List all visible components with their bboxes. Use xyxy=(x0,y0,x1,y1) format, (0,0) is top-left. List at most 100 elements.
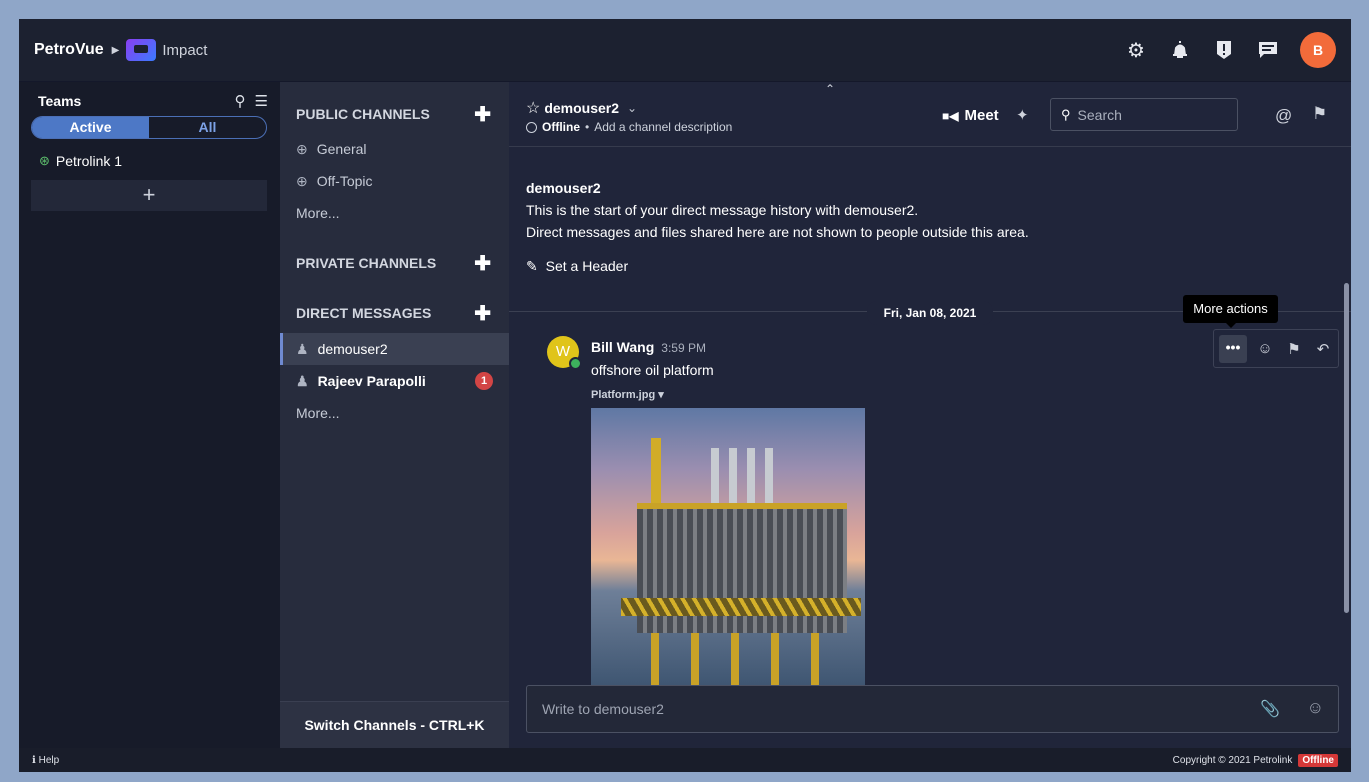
impact-logo xyxy=(126,39,157,61)
status-text: Offline xyxy=(542,120,580,134)
private-channels-header: PRIVATE CHANNELS ✚ xyxy=(280,251,509,275)
star-icon[interactable]: ☆ xyxy=(526,98,540,118)
dm-item-demouser2[interactable]: ♟ demouser2 xyxy=(280,333,509,365)
direct-messages-header: DIRECT MESSAGES ✚ xyxy=(280,301,509,325)
copyright-text: Copyright © 2021 Petrolink xyxy=(1172,754,1293,766)
search-icon: ⚲ xyxy=(1061,106,1071,122)
caret-down-icon: ▾ xyxy=(658,389,664,401)
public-more-link[interactable]: More... xyxy=(280,197,509,229)
channel-label: Off-Topic xyxy=(316,173,373,189)
dm-more-link[interactable]: More... xyxy=(280,397,509,429)
teams-header: Teams ⚲ ☰ xyxy=(19,82,280,110)
team-item-petrolink-1[interactable]: ⊛ Petrolink 1 xyxy=(19,139,280,170)
channel-item-off-topic[interactable]: ⊕ Off-Topic xyxy=(280,165,509,197)
message-author[interactable]: Bill Wang xyxy=(591,339,654,355)
message-time[interactable]: 3:59 PM xyxy=(661,341,706,355)
section-label: PUBLIC CHANNELS xyxy=(296,106,430,122)
alert-icon[interactable] xyxy=(1212,38,1236,62)
composer-placeholder: Write to demouser2 xyxy=(542,701,664,717)
attached-image[interactable] xyxy=(591,408,865,685)
top-bar: PetroVue ▶ Impact ⚙ B xyxy=(19,19,1351,82)
teams-sidebar: Teams ⚲ ☰ Active All ⊛ Petrolink 1 + xyxy=(19,82,280,748)
set-header-label: Set a Header xyxy=(545,258,629,274)
info-icon: ℹ xyxy=(32,754,36,766)
date-label: Fri, Jan 08, 2021 xyxy=(867,301,993,325)
add-public-channel-button[interactable]: ✚ xyxy=(474,102,491,127)
toggle-all[interactable]: All xyxy=(149,117,266,138)
search-icon[interactable]: ⚲ xyxy=(235,92,246,110)
pencil-icon: ✎ xyxy=(526,258,538,274)
globe-icon: ⊕ xyxy=(296,140,308,157)
channel-title[interactable]: ☆ demouser2 ⌄ xyxy=(526,98,637,118)
chat-icon[interactable] xyxy=(1256,38,1280,62)
scrollbar[interactable] xyxy=(1344,283,1349,613)
help-label: Help xyxy=(38,754,60,766)
dm-item-rajeev-parapolli[interactable]: ♟ Rajeev Parapolli 1 xyxy=(280,365,509,397)
emoji-icon[interactable]: ☺ xyxy=(1307,698,1324,718)
attachment-icon[interactable]: 📎 xyxy=(1260,699,1280,719)
more-label: More... xyxy=(296,405,340,421)
add-team-button[interactable]: + xyxy=(31,180,267,211)
channel-header: ⌃ ☆ demouser2 ⌄ Offline • Add a channel … xyxy=(509,82,1351,147)
message-meta: Bill Wang 3:59 PM xyxy=(591,339,706,355)
separator-dot: • xyxy=(585,120,590,134)
set-header-button[interactable]: ✎ Set a Header xyxy=(526,258,628,275)
search-placeholder: Search xyxy=(1077,106,1122,123)
reply-icon[interactable]: ↶ xyxy=(1312,340,1334,358)
channel-subtitle: Offline • Add a channel description xyxy=(526,120,732,134)
meet-label: Meet xyxy=(964,107,999,124)
user-avatar[interactable]: B xyxy=(1300,32,1336,68)
image-deck xyxy=(621,598,861,616)
help-link[interactable]: ℹ Help xyxy=(32,755,59,766)
bell-icon[interactable] xyxy=(1168,38,1192,62)
message-input[interactable]: Write to demouser2 📎 ☺ xyxy=(526,685,1339,733)
switch-channels-button[interactable]: Switch Channels - CTRL+K xyxy=(280,701,509,748)
flag-icon[interactable]: ⚑ xyxy=(1312,104,1327,124)
add-private-channel-button[interactable]: ✚ xyxy=(474,251,491,276)
avatar-initial: W xyxy=(555,343,571,360)
more-actions-tooltip: More actions xyxy=(1183,295,1278,328)
image-legs xyxy=(651,633,831,685)
section-label: DIRECT MESSAGES xyxy=(296,305,432,321)
file-name: Platform.jpg xyxy=(591,389,656,401)
video-camera-icon: ■◀ xyxy=(942,108,959,123)
file-name-toggle[interactable]: Platform.jpg ▾ xyxy=(591,388,664,401)
emoji-reaction-icon[interactable]: ☺ xyxy=(1254,340,1276,357)
user-offline-icon: ♟ xyxy=(296,372,309,389)
dm-label: Rajeev Parapolli xyxy=(317,373,426,389)
channels-sidebar: PUBLIC CHANNELS ✚ ⊕ General ⊕ Off-Topic … xyxy=(280,82,509,748)
brand-name[interactable]: PetroVue xyxy=(34,41,104,59)
app-name[interactable]: Impact xyxy=(162,42,207,59)
rig-icon: ⊛ xyxy=(39,152,50,168)
main-panel: ⌃ ☆ demouser2 ⌄ Offline • Add a channel … xyxy=(509,82,1351,748)
channel-item-general[interactable]: ⊕ General xyxy=(280,133,509,165)
image-stacks xyxy=(711,448,781,508)
more-label: More... xyxy=(296,205,340,221)
more-actions-button[interactable]: ••• xyxy=(1219,334,1247,363)
footer-right: Copyright © 2021 Petrolink Offline xyxy=(1172,753,1338,767)
toggle-active[interactable]: Active xyxy=(32,117,149,138)
collapse-up-icon[interactable]: ⌃ xyxy=(825,82,835,96)
app-window: PetroVue ▶ Impact ⚙ B Teams ⚲ ☰ Active A… xyxy=(19,19,1351,772)
intro-user: demouser2 xyxy=(526,180,601,196)
message-actions: ••• ☺ ⚑ ↶ xyxy=(1213,329,1339,368)
status-offline-icon xyxy=(526,121,537,133)
pin-icon[interactable]: ✦ xyxy=(1016,106,1029,124)
add-direct-message-button[interactable]: ✚ xyxy=(474,301,491,326)
gear-icon[interactable]: ⚙ xyxy=(1124,38,1148,62)
intro-line: Direct messages and files shared here ar… xyxy=(526,224,1029,240)
search-input[interactable]: ⚲ Search xyxy=(1050,98,1238,131)
channel-label: General xyxy=(316,141,367,157)
team-label: Petrolink 1 xyxy=(55,152,123,169)
add-description-link[interactable]: Add a channel description xyxy=(594,120,732,134)
menu-icon[interactable]: ☰ xyxy=(255,92,268,110)
footer: ℹ Help Copyright © 2021 Petrolink Offlin… xyxy=(19,748,1351,772)
avatar[interactable]: W xyxy=(547,336,582,370)
meet-button[interactable]: ■◀ Meet xyxy=(942,107,999,124)
chevron-down-icon[interactable]: ⌄ xyxy=(627,101,637,115)
teams-title: Teams xyxy=(38,93,82,109)
flag-icon[interactable]: ⚑ xyxy=(1283,340,1305,358)
mention-icon[interactable]: @ xyxy=(1275,106,1292,126)
message-text: offshore oil platform xyxy=(591,362,714,378)
channel-name: demouser2 xyxy=(544,100,620,116)
